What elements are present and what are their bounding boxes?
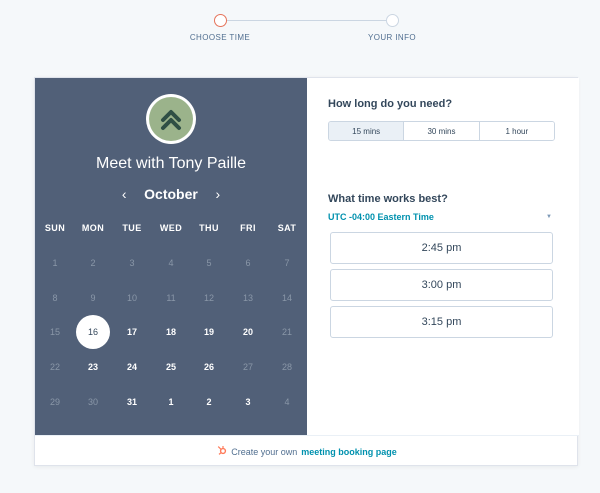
footer: Create your own meeting booking page bbox=[35, 435, 579, 467]
calendar-day: 30 bbox=[87, 397, 98, 407]
calendar-day[interactable]: 25 bbox=[155, 351, 187, 383]
duration-selector: 15 mins 30 mins 1 hour bbox=[328, 121, 555, 141]
caret-down-icon: ▼ bbox=[546, 214, 552, 220]
time-selection-panel: How long do you need? 15 mins 30 mins 1 … bbox=[307, 78, 579, 435]
calendar-day[interactable]: 20 bbox=[232, 316, 264, 348]
calendar-panel: Meet with Tony Paille ‹ October › SUN MO… bbox=[35, 78, 307, 435]
calendar-day: 4 bbox=[168, 258, 174, 268]
calendar-day: 7 bbox=[284, 258, 290, 268]
calendar-day[interactable]: 2 bbox=[193, 386, 225, 418]
weekday-label: FRI bbox=[240, 223, 256, 233]
month-label: October bbox=[144, 186, 198, 202]
calendar-week-row: 22 23 24 25 26 27 28 bbox=[35, 351, 307, 381]
calendar-day: 6 bbox=[245, 258, 251, 268]
weekday-label: SAT bbox=[277, 223, 297, 233]
duration-option-15[interactable]: 15 mins bbox=[329, 122, 405, 140]
calendar-day: 9 bbox=[90, 293, 96, 303]
calendar-day: 12 bbox=[203, 293, 214, 303]
calendar-day: 3 bbox=[129, 258, 135, 268]
timezone-label: UTC -04:00 Eastern Time bbox=[328, 212, 434, 222]
calendar-day: 10 bbox=[126, 293, 137, 303]
weekday-label: SUN bbox=[44, 223, 66, 233]
time-question: What time works best? bbox=[328, 193, 448, 205]
host-avatar bbox=[146, 94, 196, 144]
step-your-info-dot bbox=[386, 14, 399, 27]
prev-month-icon[interactable]: ‹ bbox=[118, 186, 130, 202]
time-slot-button[interactable]: 2:45 pm bbox=[330, 232, 553, 264]
calendar-week-row: 8 9 10 11 12 13 14 bbox=[35, 282, 307, 312]
calendar-day[interactable]: 17 bbox=[116, 316, 148, 348]
calendar-day[interactable]: 18 bbox=[155, 316, 187, 348]
calendar-day: 2 bbox=[90, 258, 96, 268]
duration-question: How long do you need? bbox=[328, 98, 453, 110]
calendar-day: 29 bbox=[49, 397, 60, 407]
timezone-select[interactable]: UTC -04:00 Eastern Time ▼ bbox=[328, 211, 552, 223]
calendar-week-row: 1 2 3 4 5 6 7 bbox=[35, 247, 307, 277]
step-choose-time-label: CHOOSE TIME bbox=[189, 33, 251, 42]
hubspot-sprocket-icon bbox=[217, 445, 227, 458]
booking-stepper: CHOOSE TIME YOUR INFO bbox=[0, 0, 600, 60]
weekday-label: MON bbox=[81, 223, 105, 233]
calendar-day[interactable]: 19 bbox=[193, 316, 225, 348]
calendar-day: 15 bbox=[49, 327, 60, 337]
calendar-day: 27 bbox=[242, 362, 253, 372]
meeting-title: Meet with Tony Paille bbox=[96, 155, 246, 172]
time-slot-button[interactable]: 3:15 pm bbox=[330, 306, 553, 338]
meeting-booking-page-link[interactable]: meeting booking page bbox=[301, 447, 397, 457]
calendar-day: 14 bbox=[281, 293, 292, 303]
calendar-day: 28 bbox=[281, 362, 292, 372]
duration-option-30[interactable]: 30 mins bbox=[404, 122, 480, 140]
calendar-day: 8 bbox=[52, 293, 58, 303]
step-your-info-label: YOUR INFO bbox=[367, 33, 417, 42]
calendar-day[interactable]: 23 bbox=[77, 351, 109, 383]
calendar-day: 22 bbox=[49, 362, 60, 372]
duration-option-60[interactable]: 1 hour bbox=[479, 122, 554, 140]
calendar-day[interactable]: 1 bbox=[155, 386, 187, 418]
calendar-day-selected[interactable]: 16 bbox=[77, 316, 109, 348]
weekday-label: WED bbox=[159, 223, 183, 233]
calendar-week-row: 29 30 31 1 2 3 4 bbox=[35, 386, 307, 416]
calendar-day: 1 bbox=[52, 258, 58, 268]
weekday-label: TUE bbox=[122, 223, 142, 233]
time-slot-button[interactable]: 3:00 pm bbox=[330, 269, 553, 301]
calendar-day[interactable]: 24 bbox=[116, 351, 148, 383]
calendar-day[interactable]: 31 bbox=[116, 386, 148, 418]
calendar-day: 11 bbox=[166, 293, 176, 303]
next-month-icon[interactable]: › bbox=[212, 186, 224, 202]
weekday-label: THU bbox=[199, 223, 219, 233]
calendar-week-row: 15 16 17 18 19 20 21 bbox=[35, 316, 307, 348]
booking-card: Meet with Tony Paille ‹ October › SUN MO… bbox=[34, 77, 579, 467]
month-navigation: ‹ October › bbox=[35, 184, 307, 204]
calendar-day: 4 bbox=[284, 397, 290, 407]
calendar-day[interactable]: 26 bbox=[193, 351, 225, 383]
double-chevron-up-icon bbox=[161, 110, 181, 130]
calendar-day: 5 bbox=[206, 258, 212, 268]
footer-prefix: Create your own bbox=[231, 446, 298, 457]
calendar-day: 21 bbox=[281, 327, 292, 337]
calendar-day[interactable]: 3 bbox=[232, 386, 264, 418]
weekday-header: SUN MON TUE WED THU FRI SAT bbox=[35, 218, 307, 248]
calendar-day: 13 bbox=[242, 293, 253, 303]
step-choose-time-dot bbox=[214, 14, 227, 27]
stepper-line bbox=[227, 20, 387, 21]
